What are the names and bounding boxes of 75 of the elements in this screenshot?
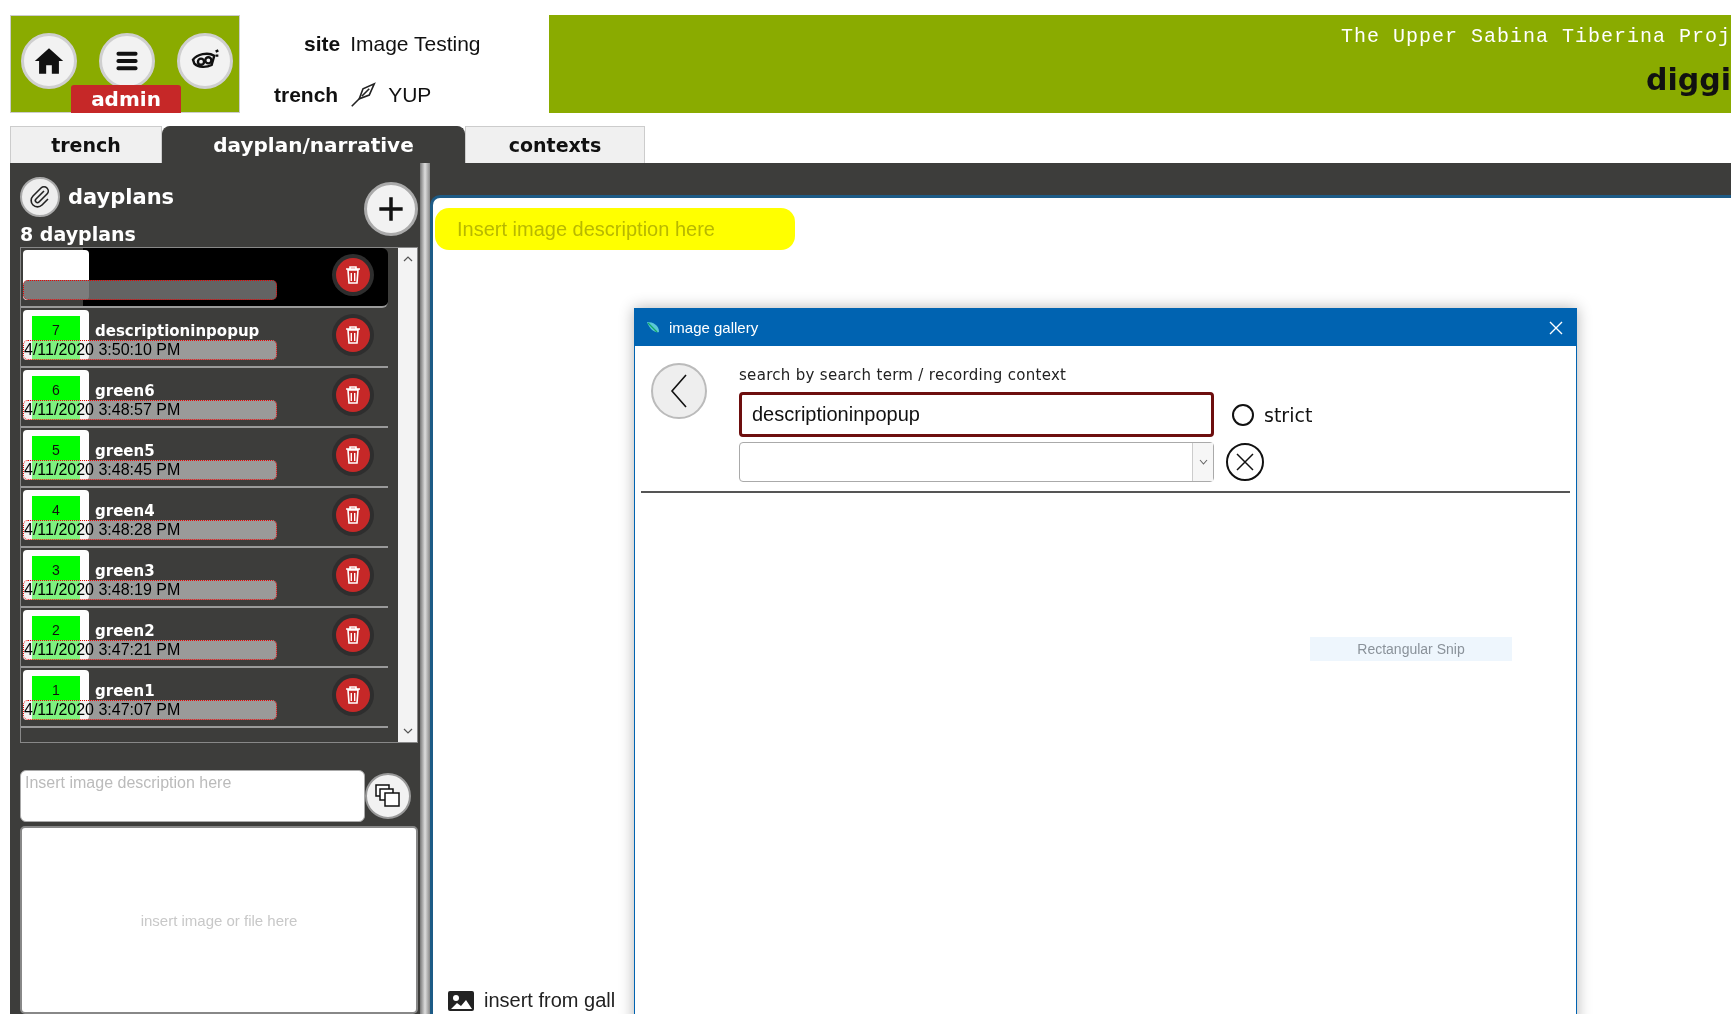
- thumbnail-number: 6: [52, 382, 60, 398]
- dayplan-row[interactable]: [21, 248, 388, 308]
- dayplan-row[interactable]: 4 green4 4/11/2020 3:48:28 PM: [21, 488, 388, 548]
- thumbnail-number: 1: [52, 682, 60, 698]
- paperclip-icon: [28, 185, 52, 209]
- dayplan-name: green3: [94, 562, 156, 580]
- thumbnail-number: 5: [52, 442, 60, 458]
- thumbnail-number: 4: [52, 502, 60, 518]
- tool-button[interactable]: [177, 33, 233, 89]
- chevron-down-icon: [402, 728, 413, 734]
- trash-icon: [345, 386, 361, 404]
- trash-icon: [345, 566, 361, 584]
- tooltip: Rectangular Snip: [1310, 637, 1512, 661]
- dayplan-row[interactable]: 7 descriptioninpopup 4/11/2020 3:50:10 PM: [21, 308, 388, 368]
- plus-icon: [377, 195, 405, 223]
- date-field: 4/11/2020 3:48:19 PM: [23, 580, 277, 600]
- dayplan-name: descriptioninpopup: [94, 322, 261, 340]
- dayplan-row[interactable]: 3 green3 4/11/2020 3:48:19 PM: [21, 548, 388, 608]
- date-field: 4/11/2020 3:48:57 PM: [23, 400, 277, 420]
- thumbnail-number: 2: [52, 622, 60, 638]
- add-button[interactable]: [364, 182, 418, 236]
- dayplan-name: green2: [94, 622, 156, 640]
- tab[interactable]: contexts: [465, 126, 645, 163]
- trash-icon: [345, 326, 361, 344]
- search-field[interactable]: descriptioninpopup: [739, 392, 1214, 437]
- date-field: 4/11/2020 3:48:28 PM: [23, 520, 277, 540]
- trash-icon: [345, 686, 361, 704]
- thumbnail-number: 7: [52, 322, 60, 338]
- trash-icon: [345, 626, 361, 644]
- scrollbar[interactable]: [398, 248, 417, 742]
- date-field: 4/11/2020 3:48:45 PM: [23, 460, 277, 480]
- thumbnail-number: 3: [52, 562, 60, 578]
- project-title: The Upper Sabina Tiberina Proj: [1340, 25, 1731, 48]
- trench-name: YUP: [388, 82, 432, 107]
- site-name: Image Testing: [350, 31, 481, 56]
- dayplan-row[interactable]: 1 green1 4/11/2020 3:47:07 PM: [21, 668, 388, 728]
- site-label: site: [304, 31, 341, 56]
- tab[interactable]: dayplan/narrative: [162, 126, 465, 163]
- chevron-left-icon: [670, 374, 688, 408]
- tab[interactable]: trench: [10, 126, 162, 163]
- close-icon: [1549, 320, 1563, 335]
- dayplan-row[interactable]: 5 green5 4/11/2020 3:48:45 PM: [21, 428, 388, 488]
- radio-button[interactable]: [1232, 403, 1254, 426]
- copy-button[interactable]: [365, 773, 411, 819]
- date-field: 4/11/2020 3:50:10 PM: [23, 340, 277, 360]
- dayplan-count: 8 dayplans: [20, 223, 137, 245]
- trash-icon: [345, 266, 361, 284]
- dayplan-name: green4: [94, 502, 156, 520]
- window-title: image gallery: [669, 319, 760, 336]
- dayplan-row[interactable]: 2 green2 4/11/2020 3:47:21 PM: [21, 608, 388, 668]
- panel-title: dayplans: [68, 185, 175, 209]
- back-button[interactable]: [651, 363, 707, 419]
- search-label: search by search term / recording context: [739, 366, 1068, 386]
- trash-icon: [345, 446, 361, 464]
- gallery-link[interactable]: insert from gall: [448, 989, 616, 1014]
- description-field[interactable]: Insert image description here: [20, 770, 365, 822]
- trench-label: trench: [274, 82, 339, 107]
- chevron-up-icon: [402, 256, 413, 262]
- trash-icon: [345, 506, 361, 524]
- copy-icon: [374, 783, 402, 809]
- dayplan-name: green1: [94, 682, 156, 700]
- date-field: 4/11/2020 3:47:21 PM: [23, 640, 277, 660]
- home-button[interactable]: [21, 33, 77, 89]
- app-title: diggi: [1646, 62, 1731, 97]
- attachment-button[interactable]: [20, 177, 60, 217]
- caret-icon: [1198, 459, 1208, 465]
- dayplan-name: green5: [94, 442, 156, 460]
- description-field[interactable]: Insert image description here: [435, 208, 795, 250]
- dayplan-name: green6: [94, 382, 156, 400]
- image-icon: [448, 990, 474, 1011]
- dayplan-row[interactable]: 6 green6 4/11/2020 3:48:57 PM: [21, 368, 388, 428]
- role-badge: admin: [71, 85, 181, 113]
- clear-button[interactable]: [1226, 443, 1264, 481]
- date-field: 4/11/2020 3:47:07 PM: [23, 700, 277, 720]
- radio-label: strict: [1264, 403, 1313, 426]
